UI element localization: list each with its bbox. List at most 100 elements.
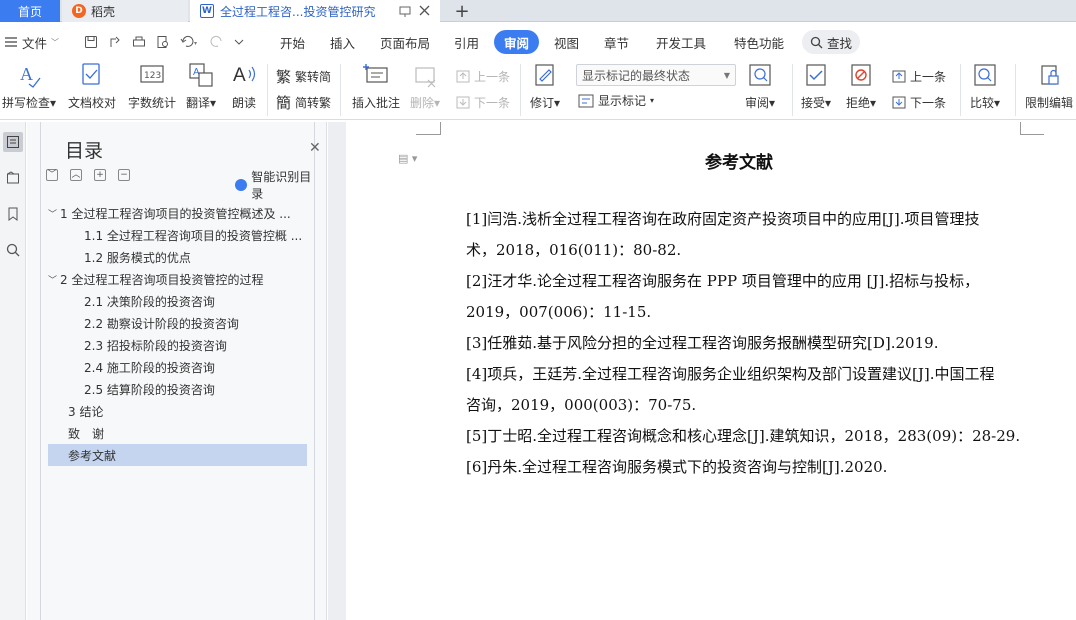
menu-item-view[interactable]: 视图 <box>554 30 579 54</box>
add-heading-icon[interactable]: + <box>94 169 106 181</box>
find-icon[interactable] <box>3 240 23 260</box>
word-count-button[interactable]: 123 字数统计 <box>128 60 176 111</box>
smart-toc-button[interactable]: 智能识别目录 <box>235 168 314 202</box>
menu-item-page-layout[interactable]: 页面布局 <box>380 30 430 54</box>
tab-daoke[interactable]: D 稻壳 <box>62 0 188 22</box>
remove-heading-icon[interactable]: − <box>118 169 130 181</box>
prev-comment-button[interactable]: 上一条 <box>456 68 510 85</box>
spellcheck-label: 拼写检查 <box>2 96 51 110</box>
toc-item-label: 2.1 决策阶段的投资咨询 <box>84 294 215 309</box>
ribbon-divider <box>960 64 961 116</box>
pin-window-icon[interactable] <box>399 5 411 17</box>
menu-item-references[interactable]: 引用 <box>454 30 479 54</box>
revise-button[interactable]: 修订▾ <box>530 60 560 111</box>
crop-mark <box>416 134 441 135</box>
restrict-edit-label: 限制编辑 <box>1025 96 1074 110</box>
menu-item-developer[interactable]: 开发工具 <box>656 30 706 54</box>
redo-icon[interactable] <box>210 35 224 49</box>
read-aloud-button[interactable]: A 朗读 <box>231 60 257 111</box>
close-tab-icon[interactable] <box>419 5 430 16</box>
next-comment-button[interactable]: 下一条 <box>456 94 510 111</box>
smart-toc-label: 智能识别目录 <box>251 170 312 201</box>
accept-button[interactable]: 接受▾ <box>801 60 831 111</box>
chevron-down-icon[interactable]: ﹀ <box>48 207 60 220</box>
menu-item-section[interactable]: 章节 <box>604 30 629 54</box>
svg-text:A: A <box>233 65 246 86</box>
insert-comment-button[interactable]: 插入批注 <box>352 60 400 111</box>
spellcheck-button[interactable]: A 拼写检查▾ <box>2 60 56 111</box>
close-icon[interactable]: ✕ <box>309 140 321 156</box>
tab-document[interactable]: W 全过程工程咨...投资管控研究 <box>190 0 440 22</box>
expand-all-icon[interactable]: ︿ <box>70 169 82 181</box>
search-button[interactable]: 查找 <box>802 30 861 54</box>
daoke-logo-icon: D <box>72 4 86 18</box>
print-preview-icon[interactable] <box>156 35 170 49</box>
customize-toolbar-icon[interactable] <box>234 35 244 49</box>
search-icon <box>810 36 823 48</box>
doc-proof-button[interactable]: 文档校对 <box>68 60 116 111</box>
toc-item[interactable]: ﹀ 2 全过程工程咨询项目投资管控的过程 <box>48 268 307 290</box>
paragraph-menu-icon[interactable]: ▤ ▾ <box>398 152 417 165</box>
toc-item-selected[interactable]: 参考文献 <box>48 444 307 466</box>
menu-item-insert[interactable]: 插入 <box>330 30 355 54</box>
ribbon-divider <box>792 64 793 116</box>
next-change-button[interactable]: 下一条 <box>892 94 946 111</box>
show-markup-button[interactable]: 显示标记 ▾ <box>578 92 654 109</box>
delete-comment-button[interactable]: 删除▾ <box>410 60 440 111</box>
markup-state-select[interactable]: 显示标记的最终状态 ▼ <box>576 64 736 86</box>
toc-item-label: 2.5 结算阶段的投资咨询 <box>84 382 215 397</box>
menu-item-start[interactable]: 开始 <box>280 30 305 54</box>
bookmark-icon[interactable] <box>3 204 23 224</box>
toc-item[interactable]: 2.5 结算阶段的投资咨询 <box>84 378 307 400</box>
reference-line: [2]汪才华.论全过程工程咨询服务在 PPP 项目管理中的应用 [J].招标与投… <box>466 272 980 290</box>
tab-daoke-label: 稻壳 <box>91 4 116 19</box>
menu-item-review[interactable]: 审阅 <box>494 30 540 54</box>
to-simplified-button[interactable]: 簡简转繁 <box>276 92 331 113</box>
toc-item[interactable]: 3 结论 <box>68 400 307 422</box>
menu-item-special[interactable]: 特色功能 <box>734 30 784 54</box>
tab-document-label: 全过程工程咨...投资管控研究 <box>220 4 376 19</box>
toc-item[interactable]: ﹀ 1 全过程工程咨询项目的投资管控概述及 ... <box>48 202 307 224</box>
toc-item[interactable]: 2.4 施工阶段的投资咨询 <box>84 356 307 378</box>
export-icon[interactable] <box>108 35 122 49</box>
print-icon[interactable] <box>132 35 146 49</box>
chapter-nav-icon[interactable] <box>3 168 23 188</box>
read-aloud-icon: A <box>233 65 256 86</box>
toc-item-label: 2.3 招投标阶段的投资咨询 <box>84 338 227 353</box>
quick-access-toolbar: ▾ <box>84 30 244 54</box>
accept-icon <box>806 64 826 86</box>
toc-item[interactable]: 1.2 服务模式的优点 <box>84 246 307 268</box>
reject-icon <box>851 64 871 86</box>
toc-pane-icon[interactable] <box>3 132 23 152</box>
toc-item[interactable]: 2.3 招投标阶段的投资咨询 <box>84 334 307 356</box>
prev-change-button[interactable]: 上一条 <box>892 68 946 85</box>
to-traditional-button[interactable]: 繁繁转简 <box>276 66 331 87</box>
translate-button[interactable]: A 翻译▾ <box>186 60 216 111</box>
reject-button[interactable]: 拒绝▾ <box>846 60 876 111</box>
search-label: 查找 <box>827 35 853 51</box>
review-pane-button[interactable]: 审阅▾ <box>745 60 775 111</box>
menu-bar: 文件 ﹀ ▾ 开始 插入 页面布局 引用 审阅 视图 章节 开发工具 特色功能 … <box>0 30 1076 56</box>
compare-button[interactable]: 比较▾ <box>970 60 1000 111</box>
toc-item[interactable]: 2.1 决策阶段的投资咨询 <box>84 290 307 312</box>
svg-text:A: A <box>20 64 33 84</box>
toc-item[interactable]: 致 谢 <box>68 422 307 444</box>
file-menu[interactable]: 文件 ﹀ <box>4 30 59 54</box>
toc-item-label: 2 全过程工程咨询项目投资管控的过程 <box>60 272 264 287</box>
review-ribbon: A 拼写检查▾ 文档校对 123 字数统计 A 翻译▾ A 朗读 繁繁转简 簡简… <box>0 58 1076 120</box>
document-page[interactable]: ▤ ▾ 参考文献 [1]闫浩.浅析全过程工程咨询在政府固定资产投资项目中的应用[… <box>346 122 1076 620</box>
new-tab-button[interactable]: + <box>452 0 472 22</box>
toc-item[interactable]: 2.2 勘察设计阶段的投资咨询 <box>84 312 307 334</box>
pane-splitter[interactable] <box>328 122 346 620</box>
to-traditional-label: 繁转简 <box>295 70 332 84</box>
save-icon[interactable] <box>84 35 98 49</box>
restrict-edit-button[interactable]: 限制编辑 <box>1025 60 1073 111</box>
menu-item-label: 开始 <box>280 35 306 51</box>
toc-item[interactable]: 1.1 全过程工程咨询项目的投资管控概 ... <box>84 224 307 246</box>
insert-comment-icon <box>363 64 388 83</box>
collapse-all-icon[interactable]: ﹀ <box>46 169 58 181</box>
lock-icon <box>1041 65 1059 85</box>
chevron-down-icon[interactable]: ﹀ <box>48 273 60 286</box>
tab-home[interactable]: 首页 <box>0 0 60 22</box>
undo-icon[interactable]: ▾ <box>180 35 200 49</box>
